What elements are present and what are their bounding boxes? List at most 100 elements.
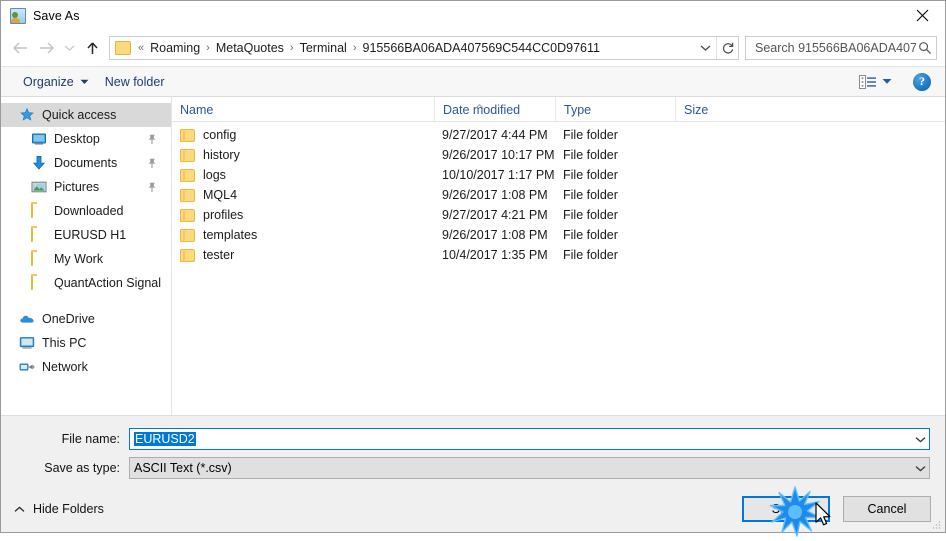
- save-as-app-icon: [10, 7, 26, 24]
- file-name-text: profiles: [203, 208, 244, 222]
- hide-folders-button[interactable]: Hide Folders: [14, 502, 104, 516]
- column-headers: Name Date modified Type Size: [172, 97, 945, 122]
- sidebar-item-network[interactable]: Network: [1, 355, 171, 379]
- column-header-type[interactable]: Type: [555, 97, 675, 121]
- file-date-cell: 9/26/2017 1:08 PM: [442, 188, 548, 202]
- pin-icon[interactable]: [147, 134, 157, 145]
- save-as-type-combo[interactable]: ASCII Text (*.csv): [129, 457, 930, 479]
- pin-icon[interactable]: [147, 182, 157, 193]
- up-icon[interactable]: [79, 35, 105, 61]
- sidebar-item-label: My Work: [54, 252, 104, 266]
- save-as-type-chevron-down-icon[interactable]: [911, 458, 929, 478]
- file-date-cell: 9/27/2017 4:44 PM: [442, 128, 548, 142]
- sidebar-item-label: This PC: [42, 336, 87, 350]
- sidebar-item-my-work[interactable]: My Work: [1, 247, 171, 271]
- column-header-name[interactable]: Name: [172, 97, 434, 121]
- folder-icon: [180, 188, 195, 202]
- onedrive-cloud-icon: [19, 311, 35, 327]
- view-chevron-down-icon: [882, 79, 892, 84]
- organize-label: Organize: [23, 74, 74, 89]
- save-as-type-row: Save as type: ASCII Text (*.csv): [16, 457, 930, 479]
- sidebar-item-pictures[interactable]: Pictures: [1, 175, 171, 199]
- file-type-cell: File folder: [563, 208, 618, 222]
- file-type-cell: File folder: [563, 128, 618, 142]
- sidebar-item-quantaction-signal[interactable]: QuantAction Signal: [1, 271, 171, 295]
- table-row[interactable]: logs 10/10/2017 1:17 PM File folder: [172, 165, 945, 185]
- table-row[interactable]: config 9/27/2017 4:44 PM File folder: [172, 125, 945, 145]
- dialog-footer: Hide Folders Save Cancel: [1, 486, 945, 532]
- change-view-button[interactable]: [854, 72, 897, 92]
- breadcrumb-item-metaquotes[interactable]: MetaQuotes: [213, 39, 287, 57]
- folder-icon: [31, 250, 47, 267]
- network-icon: [19, 359, 35, 375]
- sidebar-item-label: EURUSD H1: [54, 228, 127, 242]
- breadcrumb-overflow[interactable]: «: [135, 42, 147, 54]
- file-name-value: EURUSD2: [134, 432, 196, 446]
- search-icon[interactable]: [918, 41, 932, 55]
- file-name-text: MQL4: [203, 188, 238, 202]
- column-header-size[interactable]: Size: [675, 97, 754, 121]
- recent-locations-chevron-down-icon[interactable]: [59, 35, 79, 61]
- back-icon[interactable]: [7, 35, 33, 61]
- forward-icon[interactable]: [33, 35, 59, 61]
- navigation-pane: Quick access Desktop Documents Pictures …: [1, 97, 172, 415]
- save-form: File name: EURUSD2 Save as type: ASCII T…: [1, 415, 945, 486]
- hide-folders-label: Hide Folders: [33, 502, 104, 516]
- breadcrumb-item-terminal[interactable]: Terminal: [297, 39, 350, 57]
- table-row[interactable]: profiles 9/27/2017 4:21 PM File folder: [172, 205, 945, 225]
- breadcrumb-item-guid[interactable]: 915566BA06ADA407569C544CC0D97611: [360, 39, 603, 57]
- file-name-row: File name: EURUSD2: [16, 428, 930, 450]
- breadcrumb-item-roaming[interactable]: Roaming: [147, 39, 203, 57]
- address-bar[interactable]: « Roaming › MetaQuotes › Terminal › 9155…: [109, 36, 739, 60]
- sidebar-item-label: Network: [42, 360, 88, 374]
- sidebar-item-this-pc[interactable]: This PC: [1, 331, 171, 355]
- sidebar-item-quick-access[interactable]: Quick access: [1, 103, 171, 127]
- file-type-cell: File folder: [563, 188, 618, 202]
- new-folder-button[interactable]: New folder: [97, 72, 173, 92]
- help-icon[interactable]: ?: [913, 72, 931, 91]
- resize-grip[interactable]: [931, 519, 941, 529]
- cancel-button[interactable]: Cancel: [843, 496, 931, 522]
- sidebar-item-eurusd-h1[interactable]: EURUSD H1: [1, 223, 171, 247]
- folder-icon: [180, 148, 195, 162]
- address-chevron-down-icon[interactable]: [694, 37, 716, 59]
- file-name-text: logs: [203, 168, 226, 182]
- file-date-cell: 9/26/2017 10:17 PM: [442, 148, 555, 162]
- refresh-icon[interactable]: [716, 37, 738, 59]
- file-type-cell: File folder: [563, 148, 618, 162]
- sidebar-item-label: Pictures: [54, 180, 100, 194]
- table-row[interactable]: templates 9/26/2017 1:08 PM File folder: [172, 225, 945, 245]
- search-box[interactable]: [745, 36, 937, 60]
- file-name-input[interactable]: EURUSD2: [130, 432, 911, 446]
- sidebar-item-label: Documents: [54, 156, 118, 170]
- new-folder-label: New folder: [104, 74, 165, 89]
- file-name-chevron-down-icon[interactable]: [911, 429, 929, 449]
- file-rows: config 9/27/2017 4:44 PM File folder his…: [172, 122, 945, 415]
- title-bar: Save As: [1, 1, 945, 30]
- search-input[interactable]: [753, 40, 918, 56]
- breadcrumb-separator: ›: [289, 42, 294, 54]
- file-date-cell: 10/4/2017 1:35 PM: [442, 248, 548, 262]
- organize-button[interactable]: Organize: [15, 72, 97, 92]
- desktop-icon: [31, 131, 47, 147]
- save-as-type-label: Save as type:: [44, 461, 120, 475]
- sidebar-item-documents[interactable]: Documents: [1, 151, 171, 175]
- sidebar-item-downloaded[interactable]: Downloaded: [1, 199, 171, 223]
- file-name-cell: history: [172, 148, 434, 162]
- pin-icon[interactable]: [147, 158, 157, 169]
- table-row[interactable]: history 9/26/2017 10:17 PM File folder: [172, 145, 945, 165]
- file-name-cell: tester: [172, 248, 434, 262]
- close-icon[interactable]: [899, 1, 945, 30]
- file-name-combo[interactable]: EURUSD2: [129, 428, 930, 450]
- save-button[interactable]: Save: [742, 496, 830, 522]
- column-header-date-modified[interactable]: Date modified: [434, 97, 555, 121]
- table-row[interactable]: MQL4 9/26/2017 1:08 PM File folder: [172, 185, 945, 205]
- sidebar-item-desktop[interactable]: Desktop: [1, 127, 171, 151]
- sidebar-item-onedrive[interactable]: OneDrive: [1, 307, 171, 331]
- table-row[interactable]: tester 10/4/2017 1:35 PM File folder: [172, 245, 945, 265]
- save-as-type-value: ASCII Text (*.csv): [134, 461, 232, 475]
- folder-icon: [180, 248, 195, 262]
- folder-icon: [180, 208, 195, 222]
- file-name-text: templates: [203, 228, 258, 242]
